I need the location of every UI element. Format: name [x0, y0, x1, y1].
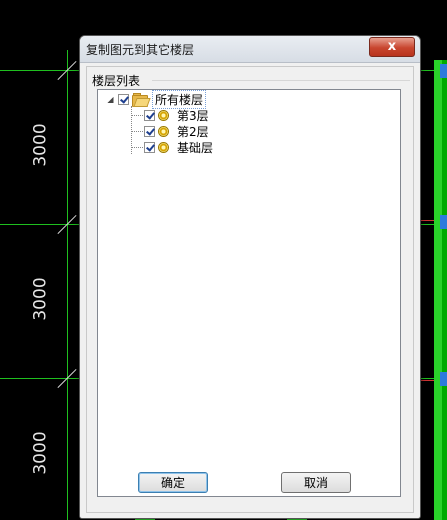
- grid-line: [67, 50, 68, 520]
- tree-item-label: 第3层: [177, 108, 209, 123]
- floor-gear-icon: [158, 109, 169, 121]
- close-button[interactable]: x: [369, 37, 415, 57]
- grid-line: [420, 220, 434, 221]
- ok-button[interactable]: 确定: [138, 472, 208, 493]
- grip-marker[interactable]: [440, 372, 447, 386]
- all-floors-checkbox[interactable]: [118, 93, 129, 105]
- dialog-titlebar[interactable]: 复制图元到其它楼层 x: [80, 36, 420, 63]
- dimension-label: 3000: [30, 123, 51, 167]
- floor-checkbox[interactable]: [144, 109, 155, 121]
- dimension-label: 3000: [30, 277, 51, 321]
- group-divider: [152, 80, 410, 81]
- tree-connector: [131, 115, 143, 116]
- dimension-label: 3000: [30, 431, 51, 475]
- tree-item-label: 第2层: [177, 124, 209, 139]
- wall-edge: [442, 60, 447, 520]
- floor-list-label: 楼层列表: [92, 74, 141, 88]
- tree-item-all-floors[interactable]: ◢ 所有楼层: [106, 89, 207, 109]
- tree-item-foundation[interactable]: 基础层: [144, 139, 213, 155]
- grid-line: [420, 380, 434, 381]
- tree-item-floor-3[interactable]: 第3层: [144, 107, 209, 123]
- floor-checkbox[interactable]: [144, 141, 155, 153]
- folder-open-icon: [132, 93, 151, 107]
- grip-marker[interactable]: [440, 215, 447, 229]
- floor-tree[interactable]: ◢ 所有楼层 第3层 第2层 基础层: [97, 89, 401, 497]
- tree-item-floor-2[interactable]: 第2层: [144, 123, 209, 139]
- copy-to-floors-dialog: 复制图元到其它楼层 x 楼层列表 ◢ 所有楼层 第3层 第2层 基础层 确定 取…: [79, 35, 421, 519]
- tree-connector: [131, 131, 143, 132]
- cancel-button[interactable]: 取消: [281, 472, 351, 493]
- dialog-title: 复制图元到其它楼层: [86, 43, 195, 57]
- tree-item-label: 基础层: [177, 140, 214, 155]
- floor-checkbox[interactable]: [144, 125, 155, 137]
- wall-element[interactable]: [434, 60, 442, 520]
- grip-marker[interactable]: [440, 64, 447, 78]
- floor-gear-icon: [158, 141, 169, 153]
- collapse-arrow-icon[interactable]: ◢: [106, 95, 115, 104]
- tree-connector: [131, 147, 143, 148]
- floor-gear-icon: [158, 125, 169, 137]
